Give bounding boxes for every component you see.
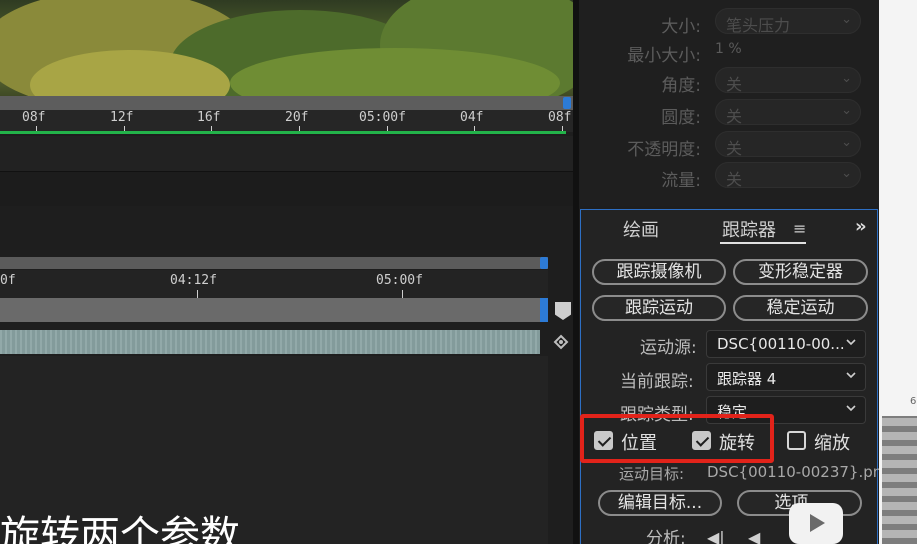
- flow-value: 关: [726, 170, 743, 189]
- motion-source-dropdown[interactable]: DSC{00110-00...: [706, 330, 866, 358]
- analyze-back-one-icon[interactable]: ◀: [748, 528, 760, 544]
- brush-angle-row: 角度: 关 ⌄: [579, 67, 879, 96]
- size-dropdown: 笔头压力 ⌄: [715, 8, 861, 35]
- flow-label: 流量:: [661, 171, 701, 191]
- brush-roundness-row: 圆度: 关 ⌄: [579, 99, 879, 128]
- roundness-label: 圆度:: [661, 108, 701, 128]
- timeline-navigator-bar[interactable]: [0, 257, 548, 269]
- motion-target-value: DSC{00110-00237}.png: [707, 463, 892, 481]
- expand-panel-icon[interactable]: »: [855, 216, 867, 237]
- navigator-end-handle[interactable]: [540, 257, 548, 269]
- roundness-dropdown: 关 ⌄: [715, 99, 861, 126]
- layer-bar[interactable]: [0, 330, 540, 354]
- pin-icon[interactable]: [552, 333, 570, 351]
- tick-label: 04:12f: [170, 273, 217, 288]
- scale-checkbox-item[interactable]: 缩放: [787, 429, 867, 454]
- brush-flow-row: 流量: 关 ⌄: [579, 162, 879, 191]
- current-track-dropdown[interactable]: 跟踪器 4: [706, 363, 866, 391]
- work-area-bar[interactable]: [0, 131, 566, 134]
- side-thumbnail: [882, 416, 917, 544]
- brush-min-size-row: 最小大小: 1 %: [579, 37, 879, 66]
- flow-dropdown: 关 ⌄: [715, 162, 861, 189]
- tick-label: 05:00f: [376, 273, 423, 288]
- side-number: 6: [910, 396, 917, 407]
- size-label: 大小:: [661, 17, 701, 37]
- size-value: 笔头压力: [726, 16, 791, 35]
- motion-target-label: 运动目标:: [619, 465, 685, 483]
- chevron-down-icon: [846, 405, 856, 412]
- motion-source-value: DSC{00110-00...: [717, 335, 845, 353]
- min-size-value: 1 %: [715, 41, 742, 57]
- navigator-end-handle[interactable]: [563, 97, 571, 109]
- comp-marker-icon[interactable]: [555, 302, 571, 320]
- app-window: 08f 12f 16f 20f 05:00f 04f 08f 0f 04:12f…: [0, 0, 917, 544]
- chevron-down-icon: [846, 339, 856, 346]
- chevron-down-icon: ⌄: [841, 12, 852, 27]
- tick-label: 0f: [0, 273, 16, 288]
- chevron-down-icon: ⌄: [841, 135, 852, 150]
- chevron-down-icon: ⌄: [841, 71, 852, 86]
- brush-size-row: 大小: 笔头压力 ⌄: [579, 8, 879, 37]
- tab-tracker[interactable]: 跟踪器: [722, 216, 776, 242]
- timeline-track-area: [0, 136, 573, 172]
- timeline-track-area: [0, 172, 573, 206]
- tick-mark: [402, 290, 403, 298]
- motion-source-label: 运动源:: [640, 338, 697, 358]
- brush-dynamics-panel: 大小: 笔头压力 ⌄ 最小大小: 1 % 角度: 关 ⌄ 圆度: 关 ⌄ 不透明度: …: [579, 0, 879, 206]
- scale-label: 缩放: [814, 433, 850, 454]
- tick-mark: [197, 290, 198, 298]
- tick-label: 08f: [548, 110, 572, 125]
- chevron-down-icon: ⌄: [841, 166, 852, 181]
- opacity-dropdown: 关 ⌄: [715, 131, 861, 158]
- time-ruler-bottom[interactable]: 0f 04:12f 05:00f: [0, 270, 548, 298]
- scale-checkbox[interactable]: [787, 431, 806, 450]
- tick-label: 16f: [197, 110, 221, 125]
- chevron-down-icon: [846, 372, 856, 379]
- min-size-label: 最小大小:: [627, 46, 701, 66]
- stabilize-motion-button[interactable]: 稳定运动: [733, 295, 868, 321]
- track-camera-button[interactable]: 跟踪摄像机: [592, 259, 726, 285]
- tick-label: 04f: [460, 110, 484, 125]
- analyze-back-all-icon[interactable]: ◀|: [707, 528, 725, 544]
- panel-menu-icon[interactable]: ≡: [793, 219, 806, 238]
- angle-label: 角度:: [661, 76, 701, 96]
- tick-label: 12f: [110, 110, 134, 125]
- tick-label: 20f: [285, 110, 309, 125]
- current-track-value: 跟踪器 4: [717, 370, 777, 388]
- time-ruler-top[interactable]: 08f 12f 16f 20f 05:00f 04f 08f: [0, 110, 573, 132]
- time-navigator-bar[interactable]: [0, 96, 573, 110]
- warp-stabilizer-button[interactable]: 变形稳定器: [733, 259, 868, 285]
- chevron-down-icon: ⌄: [841, 103, 852, 118]
- angle-value: 关: [726, 75, 743, 94]
- current-track-label: 当前跟踪:: [620, 372, 694, 392]
- video-subtitle: 旋转两个参数: [0, 513, 240, 544]
- tick-label: 05:00f: [359, 110, 406, 125]
- tick-label: 08f: [22, 110, 46, 125]
- angle-dropdown: 关 ⌄: [715, 67, 861, 94]
- tab-paint[interactable]: 绘画: [623, 216, 659, 242]
- edit-target-button[interactable]: 编辑目标...: [598, 490, 722, 516]
- opacity-label: 不透明度:: [627, 140, 701, 160]
- play-logo-icon: [789, 503, 843, 544]
- side-strip: 6: [879, 0, 917, 544]
- annotation-highlight-box: [580, 414, 774, 463]
- track-motion-button[interactable]: 跟踪运动: [592, 295, 726, 321]
- work-area-band[interactable]: [0, 298, 548, 322]
- analyze-label: 分析:: [646, 529, 686, 544]
- active-tab-indicator: [720, 242, 806, 244]
- work-area-end-handle[interactable]: [540, 298, 548, 322]
- roundness-value: 关: [726, 107, 743, 126]
- opacity-value: 关: [726, 139, 743, 158]
- video-preview: [0, 0, 573, 96]
- brush-opacity-row: 不透明度: 关 ⌄: [579, 131, 879, 160]
